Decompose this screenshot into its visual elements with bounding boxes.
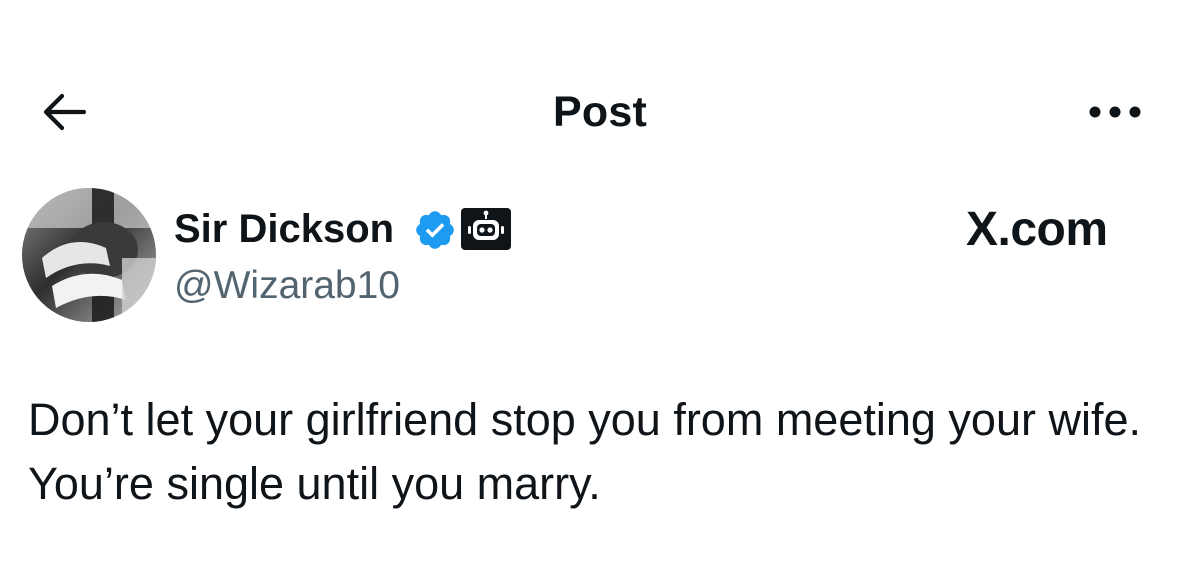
bot-label-icon[interactable] bbox=[461, 208, 511, 250]
author-name[interactable]: Sir Dickson bbox=[174, 204, 394, 254]
author-handle[interactable]: @Wizarab10 bbox=[174, 262, 400, 310]
verified-badge-icon bbox=[416, 211, 454, 249]
post-text: Don’t let your girlfriend stop you from … bbox=[28, 394, 1141, 509]
top-bar: Post bbox=[0, 60, 1200, 164]
site-label: X.com bbox=[966, 203, 1108, 256]
more-options-button[interactable] bbox=[1080, 90, 1150, 134]
avatar[interactable] bbox=[22, 188, 156, 322]
page-title: Post bbox=[553, 88, 647, 136]
avatar-photo bbox=[22, 188, 156, 322]
more-horizontal-icon bbox=[1089, 106, 1141, 118]
